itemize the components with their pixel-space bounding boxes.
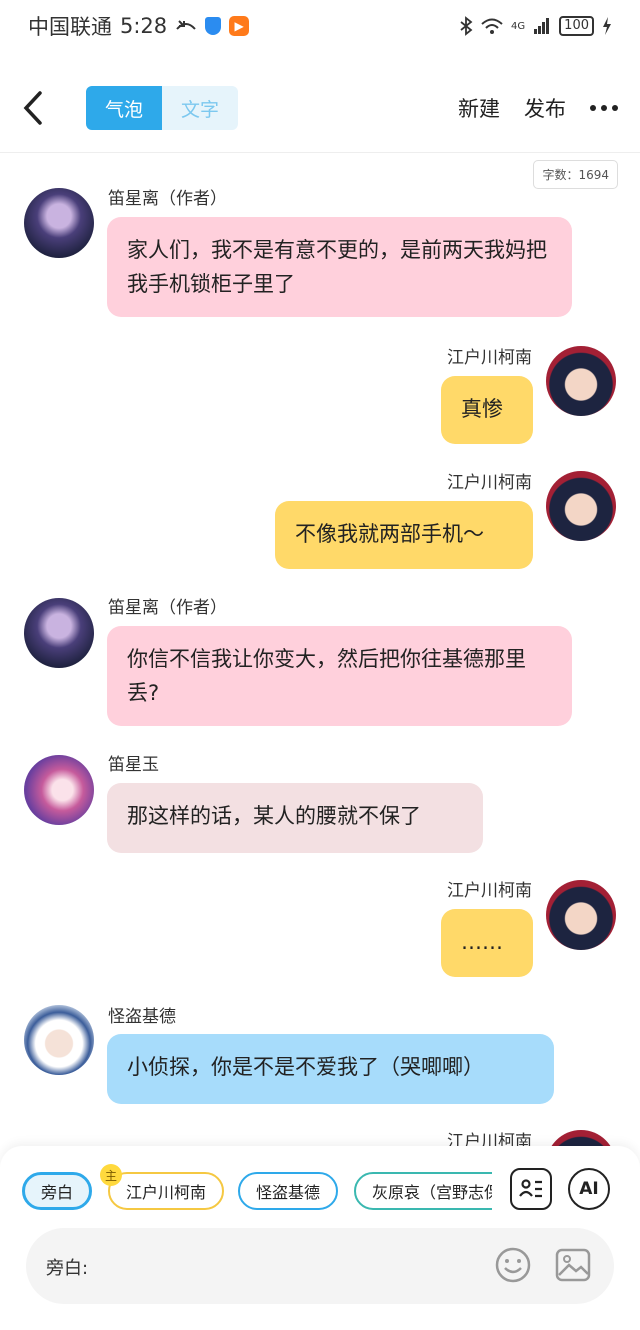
avatar-conan[interactable] [546,880,616,950]
carrier-label: 中国联通 [28,15,112,39]
avatar-kaito-kid[interactable] [24,1005,94,1075]
sender-name: 怪盗基德 [108,1007,176,1027]
sender-name: 江户川柯南 [447,473,532,493]
avatar-author[interactable] [24,598,94,668]
tab-bubble[interactable]: 气泡 [86,86,162,130]
clock: 5:28 [120,14,168,38]
role-chip-narrator[interactable]: 旁白 [22,1172,92,1210]
status-bar: 中国联通 5:28 ▶ 4G 100 [0,0,640,52]
more-options-icon[interactable] [590,105,618,111]
charging-icon [603,17,611,35]
new-button[interactable]: 新建 [458,93,500,123]
input-role-label: 旁白: [46,1258,89,1279]
sender-name: 江户川柯南 [447,881,532,901]
image-icon[interactable] [554,1246,592,1284]
chevron-left-icon [23,91,42,125]
header-divider [0,152,640,153]
message-bubble[interactable]: 不像我就两部手机～ [275,501,533,569]
missed-call-icon [176,20,196,30]
message-bubble[interactable]: 真惨 [441,376,533,444]
role-selector: 旁白 江户川柯南 怪盗基德 灰原哀（宫野志保） [22,1172,492,1210]
avatar-dixingyu[interactable] [24,755,94,825]
battery-indicator: 100 [559,16,594,36]
avatar-author[interactable] [24,188,94,258]
top-bar: 气泡 文字 新建 发布 [0,68,640,148]
avatar-conan[interactable] [546,346,616,416]
publish-button[interactable]: 发布 [524,93,566,123]
wifi-icon [481,18,503,34]
message-bubble[interactable]: …… [441,909,533,977]
bluetooth-icon [460,16,473,36]
message-bubble[interactable]: 那这样的话，某人的腰就不保了 [107,783,483,853]
signal-icon [534,18,550,34]
sender-name: 笛星离（作者） [108,598,227,618]
ai-button[interactable]: AI [568,1168,610,1210]
sender-name: 笛星玉 [108,755,159,775]
avatar-conan[interactable] [546,471,616,541]
video-app-icon: ▶ [229,16,250,36]
back-button[interactable] [22,86,52,130]
role-chip-kid[interactable]: 怪盗基德 [238,1172,338,1210]
sender-name: 江户川柯南 [447,348,532,368]
message-bubble[interactable]: 小侦探，你是不是不爱我了（哭唧唧） [107,1034,554,1104]
composer-panel: 旁白 江户川柯南 怪盗基德 灰原哀（宫野志保） AI 旁白: [0,1146,640,1330]
role-chip-conan[interactable]: 江户川柯南 [108,1172,224,1210]
mode-switch: 气泡 文字 [86,86,238,130]
message-input[interactable]: 旁白: [26,1228,614,1304]
shield-icon [205,17,222,35]
message-bubble[interactable]: 你信不信我让你变大，然后把你往基德那里丢? [107,626,572,726]
role-chip-haibara[interactable]: 灰原哀（宫野志保） [354,1172,492,1210]
word-count-badge: 字数：1694 [533,160,618,189]
sender-name: 笛星离（作者） [108,189,227,209]
emoji-icon[interactable] [494,1246,532,1284]
character-manage-button[interactable] [510,1168,552,1210]
tab-text[interactable]: 文字 [162,86,238,130]
network-type: 4G [511,20,526,32]
main-character-badge: 主 [100,1164,122,1186]
contact-card-icon [519,1179,542,1198]
message-bubble[interactable]: 家人们，我不是有意不更的，是前两天我妈把我手机锁柜子里了 [107,217,572,317]
